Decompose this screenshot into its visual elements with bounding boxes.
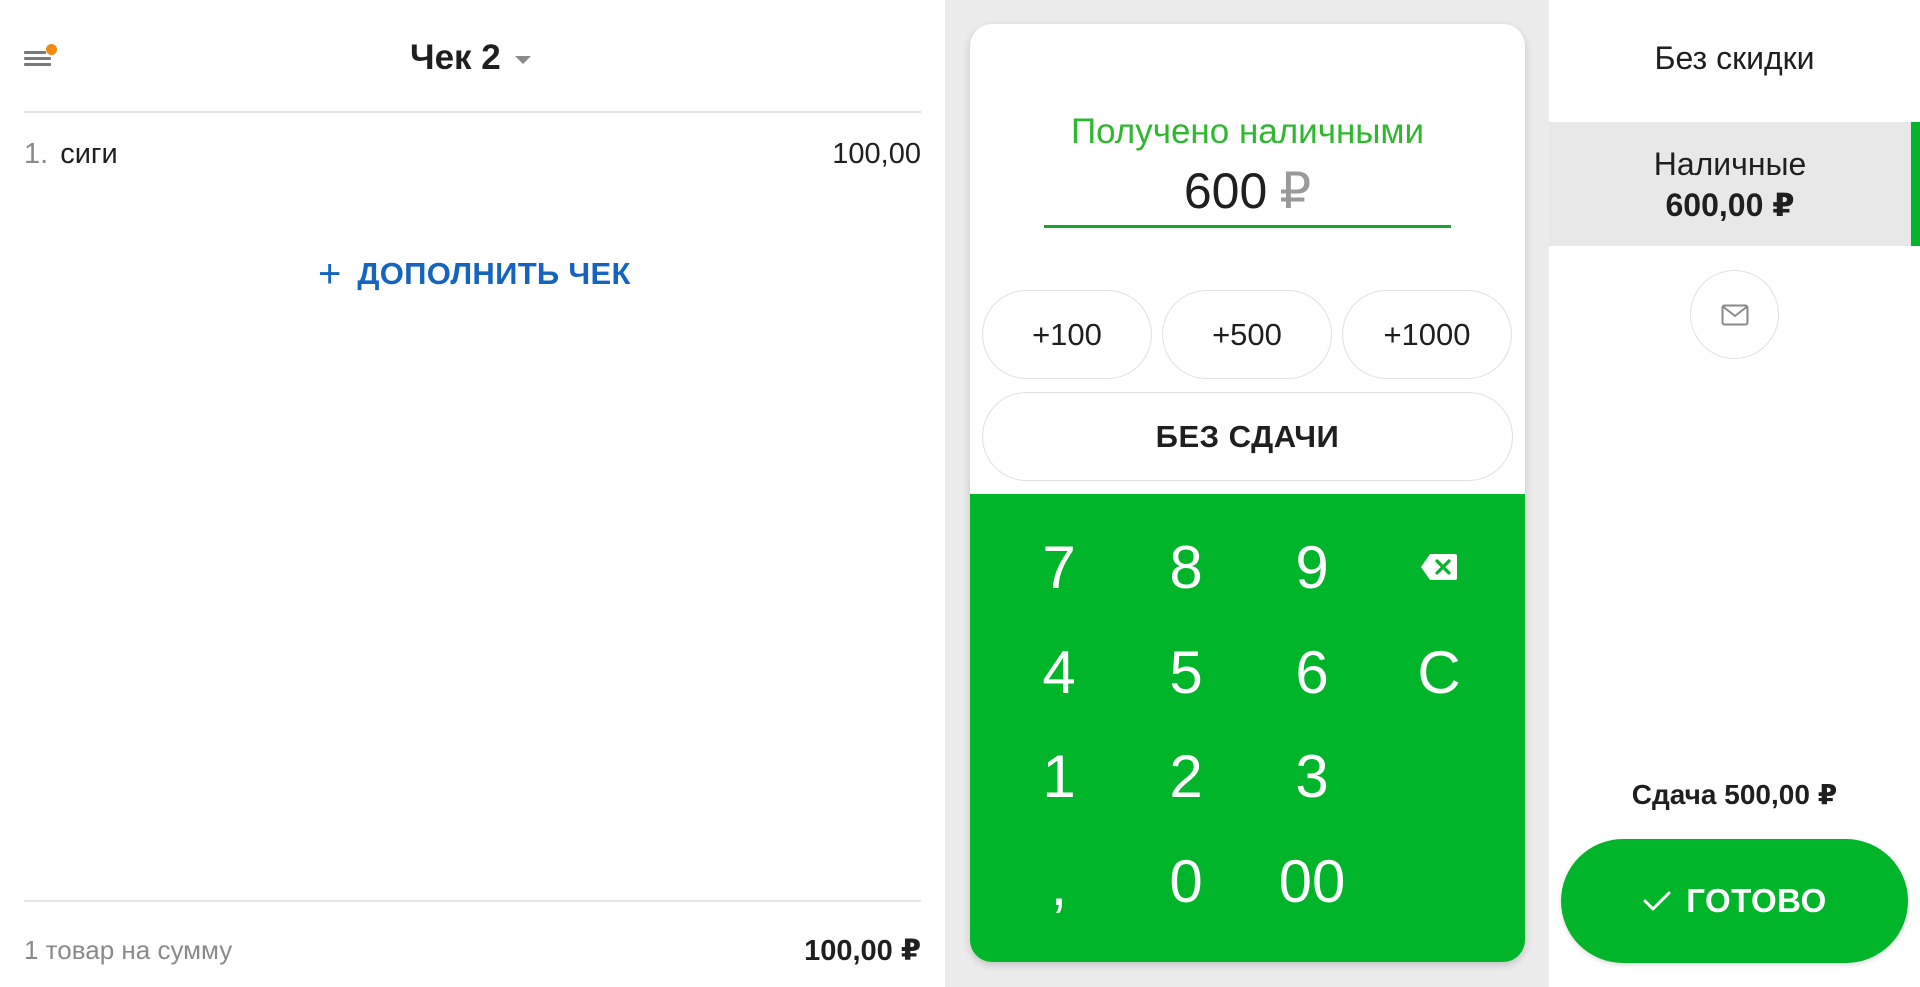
item-name: сиги	[60, 137, 118, 170]
summary-total: 100,00 ₽	[804, 934, 921, 967]
payment-method-amount: 600,00 ₽	[1665, 187, 1795, 223]
key-00[interactable]: 00	[1249, 831, 1375, 931]
key-comma[interactable]: ,	[996, 831, 1122, 931]
receipt-title: Чек 2	[410, 38, 501, 77]
payment-method-cash[interactable]: Наличные 600,00 ₽	[1549, 122, 1920, 246]
divider	[24, 111, 921, 113]
payment-sidebar: Без скидки Наличные 600,00 ₽ Сдача 500,0…	[1549, 0, 1920, 987]
no-change-button[interactable]: БЕЗ СДАЧИ	[982, 392, 1513, 481]
change-amount: Сдача 500,00 ₽	[1631, 779, 1838, 810]
mail-icon	[1721, 304, 1748, 325]
checkmark-icon	[1643, 891, 1671, 911]
add-1000-button[interactable]: +1000	[1342, 290, 1512, 379]
key-5[interactable]: 5	[1123, 622, 1249, 722]
key-1[interactable]: 1	[996, 726, 1122, 826]
backspace-key[interactable]	[1376, 517, 1502, 617]
menu-icon-bar	[24, 51, 46, 54]
notification-dot-icon	[46, 44, 57, 55]
payment-method-label: Наличные	[1653, 146, 1807, 182]
done-label: ГОТОВО	[1686, 882, 1827, 919]
key-3[interactable]: 3	[1249, 726, 1375, 826]
key-4[interactable]: 4	[996, 622, 1122, 722]
item-price: 100,00	[832, 137, 921, 170]
receipt-summary: 1 товар на сумму 100,00 ₽	[24, 930, 921, 970]
add-100-button[interactable]: +100	[982, 290, 1152, 379]
key-9[interactable]: 9	[1249, 517, 1375, 617]
numeric-keypad: 7 8 9 4 5 6 C 1 2 3 , 0 00	[970, 494, 1525, 962]
currency-symbol: ₽	[1279, 163, 1312, 219]
cash-amount-input[interactable]: 600 ₽	[1044, 162, 1451, 228]
plus-icon: +	[318, 252, 342, 296]
backspace-icon	[1421, 554, 1457, 580]
add-to-receipt-button[interactable]: + ДОПОЛНИТЬ ЧЕК	[318, 252, 631, 296]
discount-option[interactable]: Без скидки	[1549, 40, 1920, 77]
key-6[interactable]: 6	[1249, 622, 1375, 722]
receipt-item[interactable]: 1. сиги 100,00	[24, 134, 921, 174]
receipt-selector[interactable]: Чек 2	[410, 36, 531, 80]
add-500-button[interactable]: +500	[1162, 290, 1332, 379]
menu-icon-bar	[24, 63, 51, 66]
key-7[interactable]: 7	[996, 517, 1122, 617]
email-receipt-button[interactable]	[1690, 270, 1779, 359]
done-button[interactable]: ГОТОВО	[1561, 839, 1908, 963]
receipt-panel: Чек 2 1. сиги 100,00 + ДОПОЛНИТЬ ЧЕК 1 т…	[0, 0, 945, 987]
add-to-receipt-label: ДОПОЛНИТЬ ЧЕК	[357, 256, 631, 291]
key-2[interactable]: 2	[1123, 726, 1249, 826]
menu-button[interactable]	[24, 44, 57, 70]
selected-indicator	[1911, 122, 1920, 246]
divider	[24, 900, 921, 902]
payment-card: Получено наличными 600 ₽ +100 +500 +1000 …	[970, 24, 1525, 962]
cash-amount-value: 600	[1183, 163, 1268, 219]
key-0[interactable]: 0	[1123, 831, 1249, 931]
received-cash-label: Получено наличными	[1070, 112, 1425, 151]
clear-key[interactable]: C	[1376, 622, 1502, 722]
summary-label: 1 товар на сумму	[24, 934, 233, 965]
menu-icon-bar	[24, 57, 51, 60]
chevron-down-icon	[514, 56, 531, 64]
key-8[interactable]: 8	[1123, 517, 1249, 617]
item-number: 1.	[24, 137, 49, 170]
